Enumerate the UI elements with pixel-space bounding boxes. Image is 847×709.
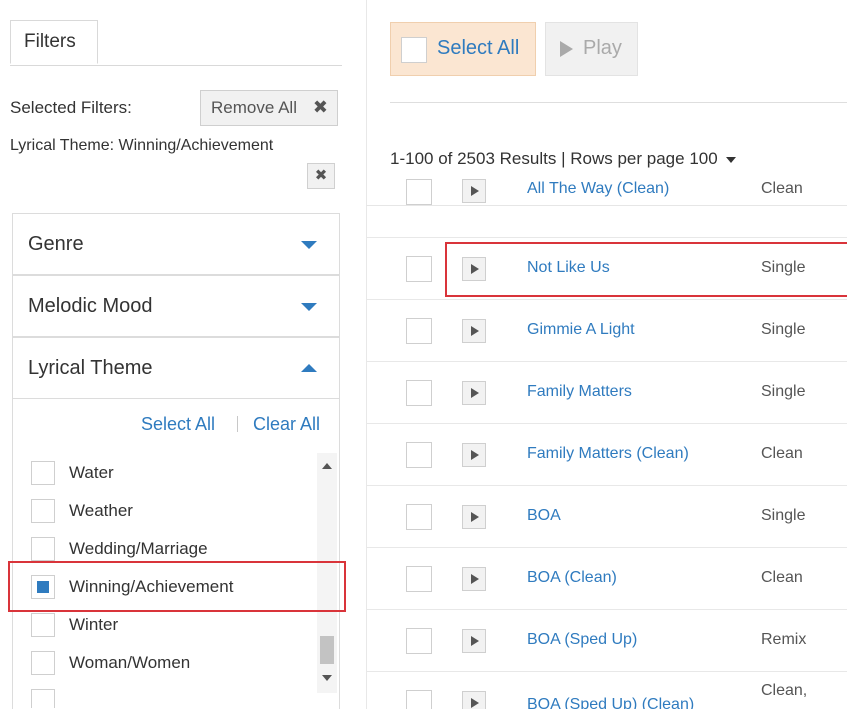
select-all-label: Select All (437, 37, 520, 59)
option-label: Wedding/Marriage (69, 539, 208, 558)
selected-filters-row: Selected Filters: Remove All ✖ (10, 90, 342, 126)
divider (366, 205, 847, 206)
track-type: Remix (761, 631, 807, 648)
remove-all-button[interactable]: Remove All ✖ (200, 90, 338, 126)
track-type: Single (761, 321, 806, 338)
play-icon[interactable] (462, 691, 486, 709)
checkbox[interactable] (31, 461, 55, 485)
checkbox[interactable] (406, 504, 432, 530)
select-all-link[interactable]: Select All (141, 414, 215, 435)
checkbox[interactable] (406, 179, 432, 205)
close-icon: ✖ (312, 97, 328, 117)
list-item[interactable]: Wedding/Marriage (31, 534, 311, 564)
chevron-down-icon (301, 241, 317, 249)
table-row[interactable]: BOA (Sped Up) Remix (366, 610, 847, 672)
play-button[interactable]: Play (545, 22, 638, 76)
track-title-link[interactable]: Gimmie A Light (527, 321, 635, 339)
remove-all-label: Remove All (211, 98, 297, 117)
filters-panel: Filters Selected Filters: Remove All ✖ L… (0, 0, 352, 709)
table-row[interactable]: Family Matters Single (366, 362, 847, 424)
option-label: Weather (69, 501, 133, 520)
table-row[interactable]: Gimmie A Light Single (366, 300, 847, 362)
chevron-up-icon (301, 364, 317, 372)
track-type: Single (761, 507, 806, 524)
scroll-down-icon[interactable] (322, 675, 332, 681)
lyrical-theme-options: Select All Clear All Water Weather Weddi… (12, 398, 340, 709)
select-all-button[interactable]: Select All (390, 22, 536, 76)
facet-melodic-mood[interactable]: Melodic Mood (12, 275, 340, 337)
remove-filter-button[interactable]: ✖ (307, 163, 335, 189)
track-title-link[interactable]: BOA (527, 507, 561, 525)
play-icon[interactable] (462, 319, 486, 343)
scrollbar-thumb[interactable] (320, 636, 334, 664)
checkbox[interactable] (31, 537, 55, 561)
play-icon[interactable] (462, 567, 486, 591)
table-row[interactable]: BOA (Clean) Clean (366, 548, 847, 610)
checkbox[interactable] (406, 442, 432, 468)
highlight-box (8, 561, 346, 612)
applied-filter-text: Lyrical Theme: Winning/Achievement (10, 137, 274, 154)
track-title-link[interactable]: BOA (Sped Up) (527, 631, 637, 649)
track-title-link[interactable]: Family Matters (527, 383, 632, 401)
track-table: All The Way (Clean) Clean Not Like Us Si… (366, 150, 847, 709)
track-type: Clean (761, 569, 803, 586)
table-row[interactable]: All The Way (Clean) Clean (366, 179, 847, 238)
play-icon (560, 41, 573, 57)
scroll-up-icon[interactable] (322, 463, 332, 469)
checkbox[interactable] (31, 689, 55, 708)
divider (237, 416, 238, 432)
track-type: Clean, (761, 682, 808, 699)
facet-label: Melodic Mood (28, 295, 153, 317)
list-item[interactable]: Weather (31, 496, 311, 526)
play-icon[interactable] (462, 629, 486, 653)
track-type: Clean (761, 445, 803, 462)
list-item[interactable]: Woman/Women (31, 648, 311, 678)
checkbox[interactable] (406, 380, 432, 406)
divider (390, 102, 847, 103)
checkbox[interactable] (406, 566, 432, 592)
facet-label: Genre (28, 233, 84, 255)
checkbox[interactable] (31, 651, 55, 675)
checkbox[interactable] (406, 628, 432, 654)
play-icon[interactable] (462, 179, 486, 203)
checkbox[interactable] (31, 499, 55, 523)
checkbox[interactable] (406, 318, 432, 344)
track-type: Single (761, 383, 806, 400)
highlight-box (445, 242, 847, 297)
tab-filters[interactable]: Filters (10, 20, 98, 64)
checkbox[interactable] (31, 613, 55, 637)
list-item[interactable]: Winter (31, 610, 311, 640)
facet-label: Lyrical Theme (28, 357, 153, 379)
option-label: Water (69, 463, 114, 482)
play-icon[interactable] (462, 443, 486, 467)
play-icon[interactable] (462, 505, 486, 529)
table-row[interactable]: Family Matters (Clean) Clean (366, 424, 847, 486)
close-icon: ✖ (314, 167, 328, 184)
checkbox[interactable] (406, 256, 432, 282)
track-title-link[interactable]: BOA (Clean) (527, 569, 617, 587)
option-label: Winter (69, 615, 119, 634)
table-row[interactable]: BOA (Sped Up) (Clean) Clean, (366, 672, 847, 709)
select-clear-row: Select All Clear All (13, 414, 341, 438)
selected-filters-label: Selected Filters: (10, 98, 132, 117)
table-row[interactable]: BOA Single (366, 486, 847, 548)
list-item[interactable]: Water (31, 458, 311, 488)
chevron-down-icon (301, 303, 317, 311)
checkbox[interactable] (406, 690, 432, 709)
play-icon[interactable] (462, 381, 486, 405)
track-type: Clean (761, 180, 803, 197)
facet-lyrical-theme[interactable]: Lyrical Theme (12, 337, 340, 399)
clear-all-link[interactable]: Clear All (253, 414, 320, 435)
option-label: Woman/Women (69, 653, 191, 672)
facet-genre[interactable]: Genre (12, 213, 340, 275)
track-title-link[interactable]: All The Way (Clean) (527, 180, 669, 198)
track-title-link[interactable]: Family Matters (Clean) (527, 445, 689, 463)
play-label: Play (583, 37, 622, 59)
filter-tab-bar: Filters (10, 20, 342, 66)
track-title-link[interactable]: BOA (Sped Up) (Clean) (527, 696, 694, 709)
list-item[interactable] (31, 686, 311, 708)
checkbox[interactable] (401, 37, 427, 63)
